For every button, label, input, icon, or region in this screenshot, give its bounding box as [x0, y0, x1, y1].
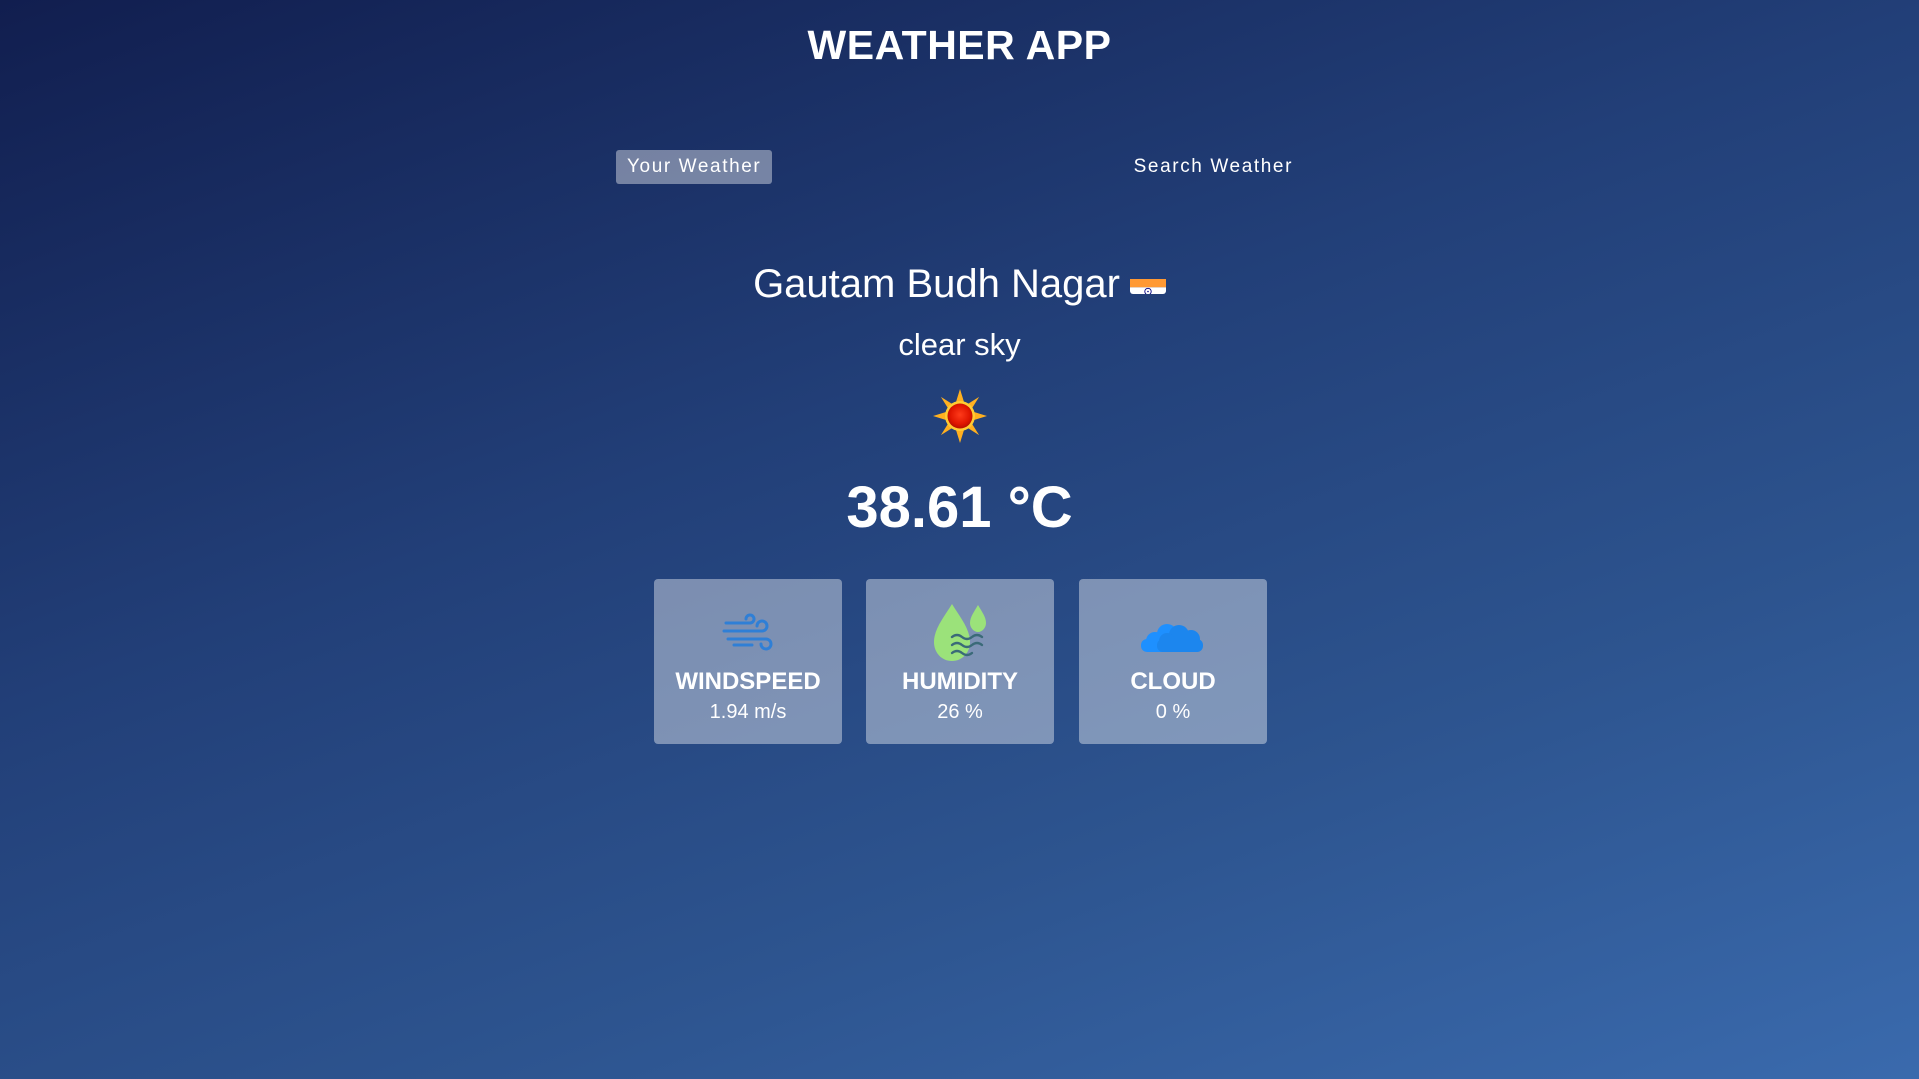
cloud-card: CLOUD 0 % [1079, 579, 1267, 744]
humidity-title: HUMIDITY [902, 668, 1018, 695]
india-flag-icon [1129, 269, 1166, 294]
humidity-card: HUMIDITY 26 % [866, 579, 1054, 744]
weather-description: clear sky [898, 327, 1021, 362]
app-title: WEATHER APP [807, 22, 1112, 68]
tab-search-weather[interactable]: Search Weather [1123, 150, 1304, 184]
sun-icon [932, 388, 988, 444]
wind-icon [654, 601, 842, 661]
tab-your-weather[interactable]: Your Weather [616, 150, 773, 184]
cloud-value: 0 % [1155, 701, 1191, 723]
windspeed-card: WINDSPEED 1.94 m/s [654, 579, 842, 744]
city-heading: Gautam Budh Nagar [0, 262, 1919, 307]
city-name: Gautam Budh Nagar [753, 262, 1120, 306]
humidity-icon [866, 601, 1054, 661]
cloud-title: CLOUD [1130, 668, 1216, 695]
windspeed-value: 1.94 m/s [709, 701, 787, 723]
windspeed-title: WINDSPEED [675, 668, 821, 695]
cloud-icon [1079, 601, 1267, 661]
temperature-value: 38.61 °C [846, 475, 1073, 540]
tab-bar: Your Weather Search Weather [616, 150, 1304, 184]
humidity-value: 26 % [937, 701, 983, 723]
